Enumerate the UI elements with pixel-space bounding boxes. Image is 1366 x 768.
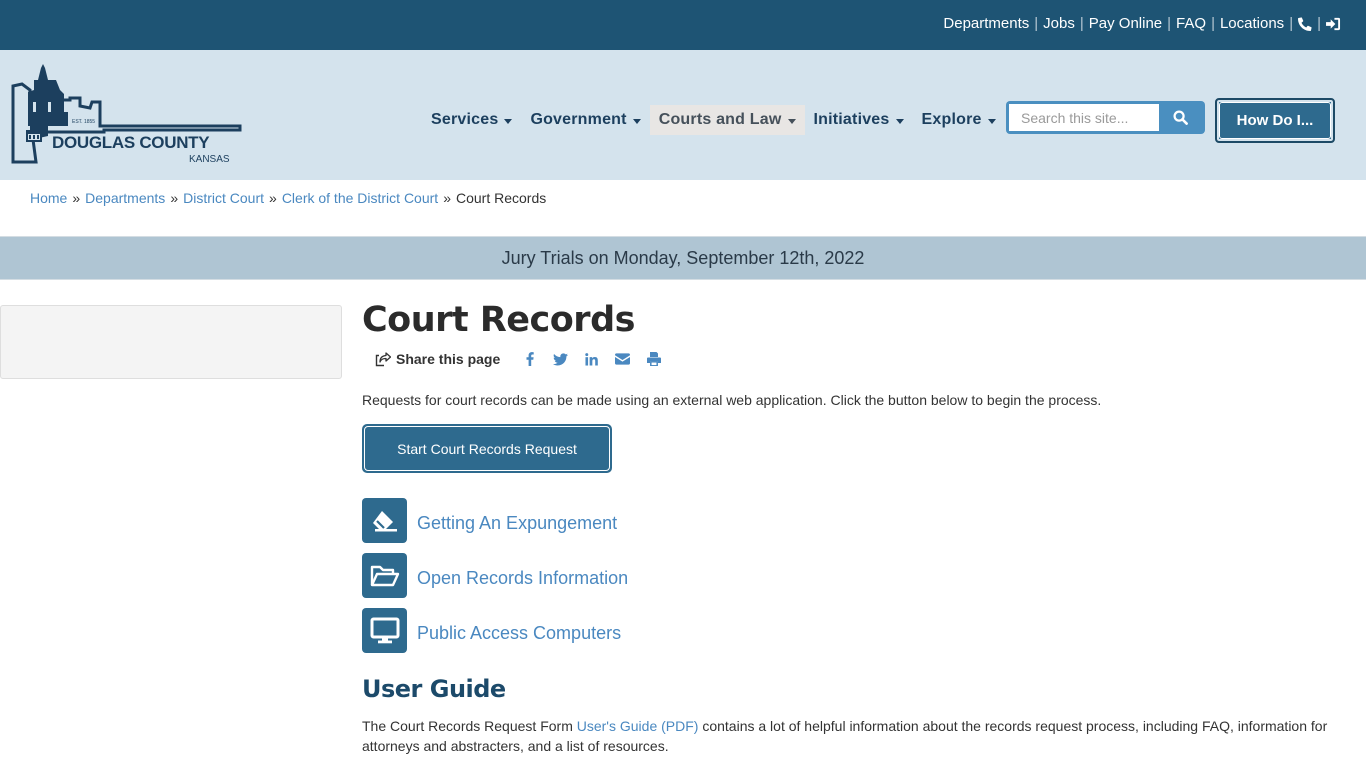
twitter-icon[interactable] xyxy=(545,349,576,369)
douglas-county-logo[interactable]: EST. 1855 DOUGLAS COUNTY KANSAS xyxy=(8,64,244,168)
user-guide-pdf-link[interactable]: User's Guide (PDF) xyxy=(577,718,699,734)
separator: | xyxy=(1079,15,1084,32)
utility-link-locations[interactable]: Locations xyxy=(1220,15,1284,32)
utility-link-departments[interactable]: Departments xyxy=(943,15,1029,32)
user-guide-text-before: The Court Records Request Form xyxy=(362,718,577,734)
search-button[interactable] xyxy=(1155,101,1205,134)
list-item: Public Access Computers xyxy=(362,608,1352,653)
nav-label: Government xyxy=(530,111,627,128)
caret-down-icon xyxy=(987,118,996,124)
breadcrumb-home[interactable]: Home xyxy=(30,190,67,206)
breadcrumb-departments[interactable]: Departments xyxy=(85,190,165,206)
link-getting-an-expungement[interactable]: Getting An Expungement xyxy=(417,513,617,534)
email-icon[interactable] xyxy=(607,349,638,369)
separator: | xyxy=(1034,15,1039,32)
page-title: Court Records xyxy=(362,300,635,340)
start-court-records-request-button[interactable]: Start Court Records Request xyxy=(362,424,612,473)
separator: | xyxy=(1211,15,1215,32)
main-content: Court Records Share this page Requests f… xyxy=(362,298,1352,756)
nav-label: Courts and Law xyxy=(658,111,782,128)
utility-link-faq[interactable]: FAQ xyxy=(1176,15,1206,32)
breadcrumb-current: Court Records xyxy=(455,190,547,206)
utility-link-pay-online[interactable]: Pay Online xyxy=(1089,15,1162,32)
nav-explore[interactable]: Explore xyxy=(913,105,1005,135)
separator: | xyxy=(1167,15,1172,32)
nav-label: Initiatives xyxy=(813,111,890,128)
facebook-icon[interactable] xyxy=(514,349,545,369)
user-guide-heading: User Guide xyxy=(362,675,506,703)
eraser-icon[interactable] xyxy=(362,498,407,543)
separator: | xyxy=(1289,15,1294,32)
share-icon xyxy=(375,351,391,366)
user-guide-text: The Court Records Request Form User's Gu… xyxy=(362,716,1342,756)
share-label: Share this page xyxy=(396,351,501,367)
sign-in-icon[interactable] xyxy=(1326,17,1341,31)
breadcrumb-clerk[interactable]: Clerk of the District Court xyxy=(282,190,438,206)
breadcrumb-district-court[interactable]: District Court xyxy=(183,190,264,206)
phone-icon[interactable] xyxy=(1298,16,1312,31)
nav-government[interactable]: Government xyxy=(521,105,649,135)
list-item: Open Records Information xyxy=(362,553,1352,598)
top-utility-bar: Departments | Jobs | Pay Online | FAQ | … xyxy=(0,0,1366,50)
desktop-icon[interactable] xyxy=(362,608,407,653)
site-search xyxy=(1006,101,1205,134)
caret-down-icon xyxy=(895,118,904,124)
how-do-i-label: How Do I... xyxy=(1236,112,1314,129)
breadcrumb-separator: » xyxy=(443,190,451,206)
site-header: EST. 1855 DOUGLAS COUNTY KANSAS Services… xyxy=(0,50,1366,180)
search-icon xyxy=(1172,110,1188,125)
nav-label: Services xyxy=(431,111,499,128)
breadcrumb-separator: » xyxy=(269,190,277,206)
sidebar-panel xyxy=(0,305,342,379)
caret-down-icon xyxy=(787,118,796,124)
list-item: Getting An Expungement xyxy=(362,498,1352,543)
caret-down-icon xyxy=(504,118,513,124)
share-bar: Share this page xyxy=(375,347,1352,371)
breadcrumb-separator: » xyxy=(72,190,81,206)
logo-established: EST. 1855 xyxy=(72,119,95,125)
caret-down-icon xyxy=(632,118,641,124)
linkedin-icon[interactable] xyxy=(576,349,607,369)
utility-link-jobs[interactable]: Jobs xyxy=(1043,15,1075,32)
link-public-access-computers[interactable]: Public Access Computers xyxy=(417,623,621,644)
resource-links: Getting An Expungement Open Records Info… xyxy=(362,498,1352,653)
nav-services[interactable]: Services xyxy=(422,105,521,135)
search-input[interactable] xyxy=(1009,104,1159,131)
utility-links: Departments | Jobs | Pay Online | FAQ | … xyxy=(943,15,1341,32)
intro-text: Requests for court records can be made u… xyxy=(362,392,1102,408)
nav-label: Explore xyxy=(921,111,982,128)
link-open-records-information[interactable]: Open Records Information xyxy=(417,568,628,589)
nav-initiatives[interactable]: Initiatives xyxy=(805,105,913,135)
separator: | xyxy=(1317,15,1321,32)
main-navigation: Services Government Courts and Law Initi… xyxy=(422,105,1005,135)
breadcrumb: Home » Departments » District Court » Cl… xyxy=(30,190,546,206)
alert-banner-text: Jury Trials on Monday, September 12th, 2… xyxy=(501,247,865,268)
print-icon[interactable] xyxy=(638,349,669,369)
nav-courts-and-law[interactable]: Courts and Law xyxy=(649,105,805,135)
breadcrumb-separator: » xyxy=(170,190,179,206)
folder-open-icon[interactable] xyxy=(362,553,407,598)
alert-banner: Jury Trials on Monday, September 12th, 2… xyxy=(0,236,1366,280)
start-button-label: Start Court Records Request xyxy=(397,440,577,457)
logo-county-name: DOUGLAS COUNTY xyxy=(52,133,210,152)
logo-state: KANSAS xyxy=(189,154,230,165)
how-do-i-button[interactable]: How Do I... xyxy=(1215,98,1335,143)
